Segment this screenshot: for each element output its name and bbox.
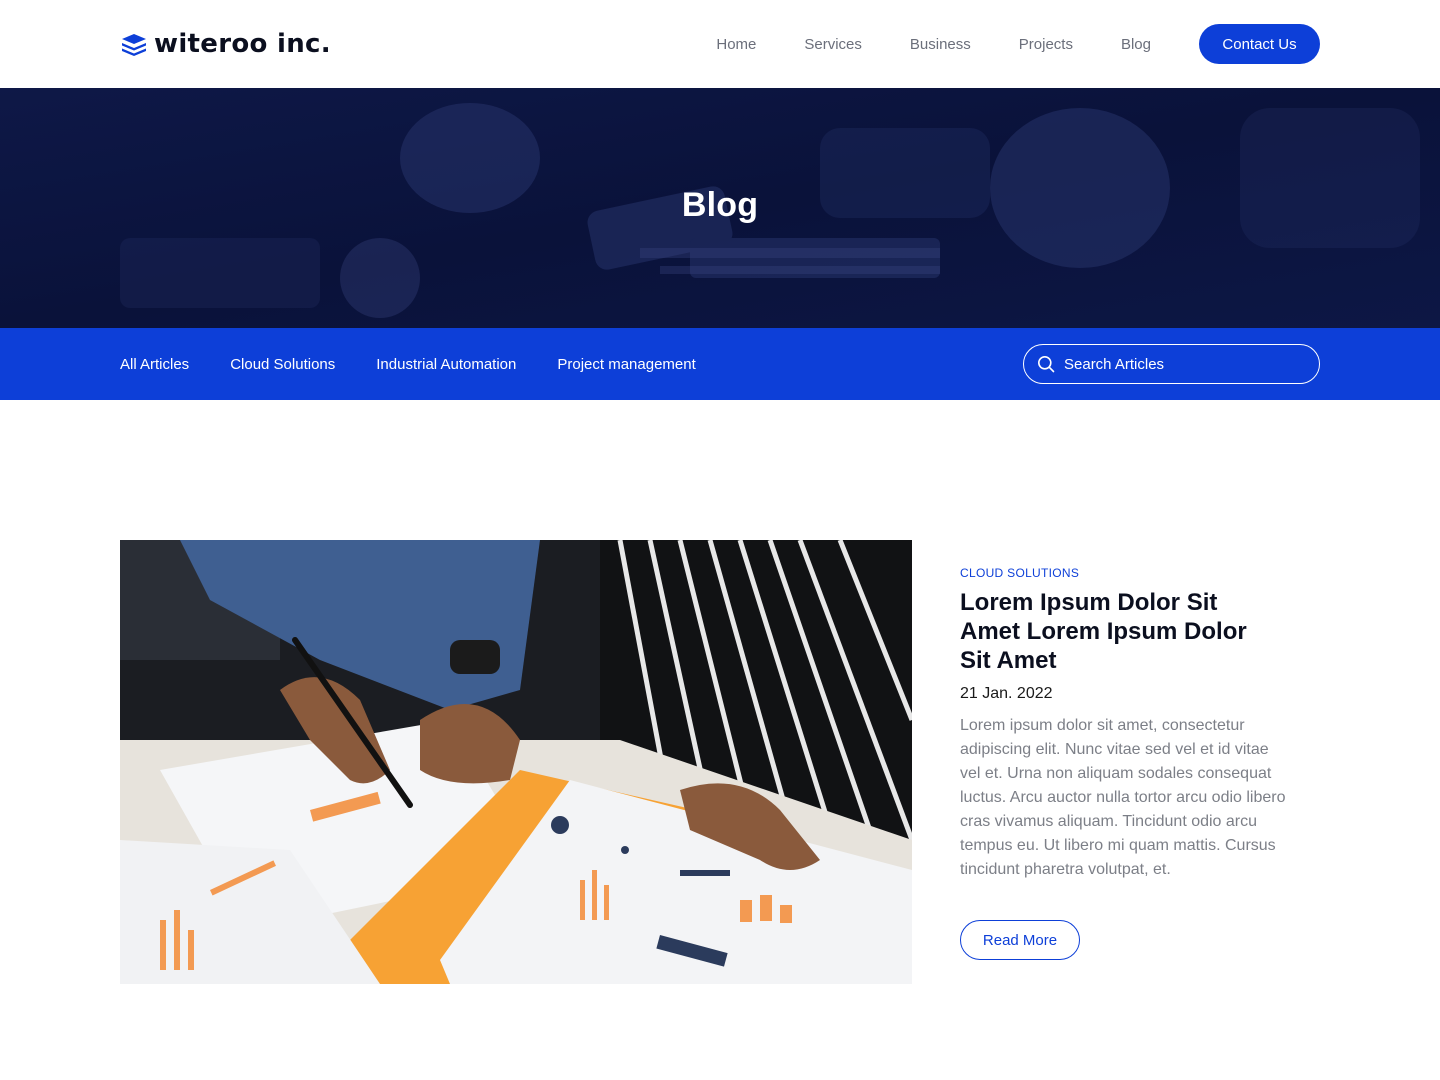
contact-us-button[interactable]: Contact Us	[1199, 24, 1320, 64]
nav-link-business[interactable]: Business	[910, 36, 971, 53]
category-tabs: All Articles Cloud Solutions Industrial …	[120, 328, 737, 400]
article-photo	[120, 540, 912, 984]
article-summary: CLOUD SOLUTIONS Lorem Ipsum Dolor Sit Am…	[960, 566, 1290, 882]
read-more-button[interactable]: Read More	[960, 920, 1080, 960]
article-excerpt: Lorem ipsum dolor sit amet, consectetur …	[960, 717, 1286, 878]
main-nav: Home Services Business Projects Blog Con…	[716, 24, 1320, 64]
search-icon	[1038, 356, 1055, 373]
article-date: 21 Jan. 2022	[960, 685, 1053, 702]
article-title[interactable]: Lorem Ipsum Dolor Sit Amet Lorem Ipsum D…	[960, 588, 1280, 675]
site-header: witeroo inc. Home Services Business Proj…	[0, 0, 1440, 88]
hero-banner: Blog	[0, 88, 1440, 328]
tab-cloud-solutions[interactable]: Cloud Solutions	[230, 356, 335, 373]
search-input[interactable]	[1064, 355, 1304, 373]
nav-link-services[interactable]: Services	[804, 36, 862, 53]
tab-all-articles[interactable]: All Articles	[120, 356, 189, 373]
article-category[interactable]: CLOUD SOLUTIONS	[960, 566, 1290, 580]
category-bar: All Articles Cloud Solutions Industrial …	[0, 328, 1440, 400]
nav-link-home[interactable]: Home	[716, 36, 756, 53]
tab-project-management[interactable]: Project management	[557, 356, 695, 373]
page-title: Blog	[681, 186, 759, 224]
nav-link-blog[interactable]: Blog	[1121, 36, 1151, 53]
brand-name: witeroo inc.	[154, 29, 331, 59]
article-featured-image[interactable]	[120, 540, 912, 984]
nav-link-projects[interactable]: Projects	[1019, 36, 1073, 53]
brand-logo[interactable]: witeroo inc.	[120, 28, 331, 60]
stacked-layers-icon	[122, 34, 146, 56]
search-box[interactable]	[1023, 344, 1320, 384]
tab-industrial-automation[interactable]: Industrial Automation	[376, 356, 516, 373]
